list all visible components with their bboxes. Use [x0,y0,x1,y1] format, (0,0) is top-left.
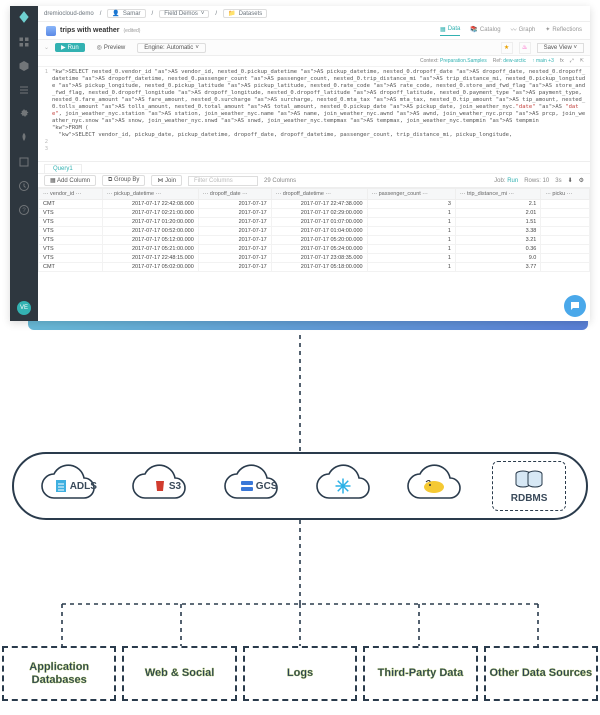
chat-icon[interactable] [564,295,586,317]
cloud-hadoop [400,464,468,508]
context-bar: Context: Preparation.Samples Ref: dew-ar… [38,56,590,67]
page-title: trips with weather [60,27,120,34]
query-tab[interactable]: Query1 [44,164,82,173]
fx-icon[interactable]: fx [560,58,564,64]
main-link[interactable]: ↑ main +3 [532,58,554,64]
crumb-org[interactable]: dremiocloud-demo [44,11,94,17]
storage-layer: ADLS S3 GCS RDBMS [12,452,588,520]
save-view-button[interactable]: Save View ˅ [537,43,584,53]
cloud-s3: S3 [125,464,193,508]
clock-icon[interactable] [18,180,30,192]
crumb-user[interactable]: 👤 Samar [107,9,145,18]
toolbar-star-icon[interactable]: ★ [501,42,513,54]
settings-icon[interactable]: ⚙ [579,177,584,184]
breadcrumb: dremiocloud-demo / 👤 Samar / Field Demos… [38,6,590,22]
help-icon[interactable]: ? [18,204,30,216]
grid-toolbar: ▦ Add Column ⧉ Group By ⋈ Join Filter Co… [38,174,590,188]
group-by-button[interactable]: ⧉ Group By [102,175,145,186]
filter-columns-input[interactable]: Filter Columns [188,176,258,186]
box-icon[interactable] [18,156,30,168]
job-link[interactable]: Run [507,178,518,184]
crumb-folder[interactable]: Field Demos ˅ [159,10,209,18]
add-column-button[interactable]: ▦ Add Column [44,175,96,186]
adls-icon [55,480,67,492]
engine-select[interactable]: Engine: Automatic ˅ [137,43,206,53]
svg-text:?: ? [22,208,26,214]
grid-icon[interactable] [18,36,30,48]
ref-link[interactable]: dew-arctic [503,58,526,64]
expand-icon[interactable]: ⤢ [570,58,574,64]
toolbar-flame-icon[interactable]: ♨ [519,42,531,54]
run-button[interactable]: ▶ Run [55,43,85,52]
cloud-gcs: GCS [217,464,285,508]
dremio-logo-icon [17,10,31,24]
context-link[interactable]: Preparation.Samples [440,58,487,64]
list-icon[interactable] [18,84,30,96]
cloud-adls: ADLS [34,464,102,508]
app-screenshot: ? VE dremiocloud-demo / 👤 Samar / Field … [0,0,600,340]
download-icon[interactable]: ⬇ [568,177,573,184]
rocket-icon[interactable] [18,132,30,144]
cloud-rdbms: RDBMS [492,461,566,511]
join-button[interactable]: ⋈ Join [151,175,182,186]
sql-editor[interactable]: 123 "kw">SELECT nested_0.vendor_id "as">… [38,67,590,162]
source-layer: Application Databases Web & Social Logs … [2,646,598,701]
cloud-snowflake [309,464,377,508]
snowflake-icon [334,477,352,495]
tab-catalog[interactable]: 📚 Catalog [470,25,500,36]
results-grid[interactable]: ··· vendor_id ······ pickup_datetime ···… [38,188,590,321]
left-nav: ? VE [10,6,38,321]
crumb-item[interactable]: 📁 Datasets [223,9,267,18]
rdbms-icon [514,469,544,491]
edited-badge: (edited) [124,28,141,34]
source-web-social: Web & Social [122,646,236,701]
s3-icon [154,479,166,493]
source-application-databases: Application Databases [2,646,116,701]
detail-tabs: ▦ Data 📚 Catalog 〰 Graph ✦ Reflections [440,25,582,36]
collapse-icon[interactable]: ⇱ [580,58,584,64]
hadoop-icon [422,478,446,494]
dataset-icon [46,26,56,36]
source-other: Other Data Sources [484,646,598,701]
preview-button[interactable]: ◎ Preview [91,43,132,52]
source-third-party: Third-Party Data [363,646,477,701]
avatar[interactable]: VE [17,301,31,315]
cube-icon[interactable] [18,60,30,72]
tab-reflections[interactable]: ✦ Reflections [545,25,582,36]
toolbar: ⌄ ▶ Run ◎ Preview Engine: Automatic ˅ ★ … [38,40,590,56]
tab-data[interactable]: ▦ Data [440,25,460,36]
column-count: 29 Columns [264,178,296,184]
source-logs: Logs [243,646,357,701]
cog-icon[interactable] [18,108,30,120]
tab-graph[interactable]: 〰 Graph [511,25,536,36]
gcs-icon [241,480,253,492]
